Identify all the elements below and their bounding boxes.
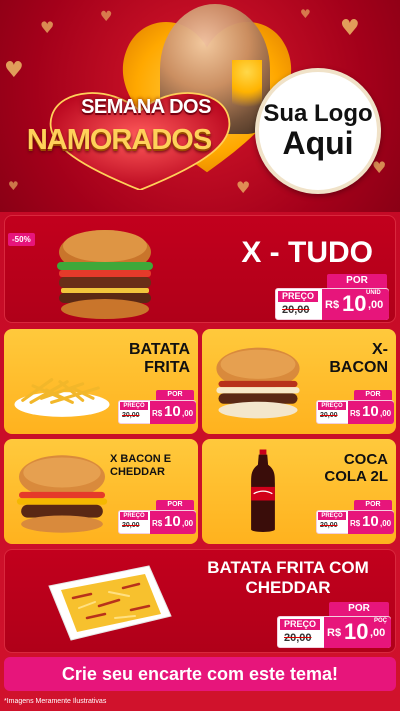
price-dec: ,00	[368, 299, 384, 311]
heart-icon: ♥	[4, 58, 24, 83]
price-int: 10	[164, 403, 181, 420]
currency: R$	[152, 409, 163, 418]
fries-cheddar-illustration	[48, 565, 172, 641]
preco-label: PREÇO	[318, 402, 346, 410]
currency: R$	[325, 299, 340, 311]
por-label: POR	[327, 274, 387, 288]
product-name: BATATA FRITA	[128, 341, 190, 377]
price-dec: ,00	[370, 627, 386, 639]
old-price: 20,00	[320, 412, 338, 419]
price-int: 10	[164, 513, 181, 530]
new-price: R$ 10 ,00	[348, 511, 394, 534]
price-dec: ,00	[380, 519, 392, 528]
price-int: 10	[344, 619, 369, 644]
soda-bottle-illustration	[251, 449, 275, 532]
preco-label: PREÇO	[120, 402, 148, 410]
price-body: PREÇO 20,00 R$ 10 ,00	[316, 510, 394, 534]
por-label: POR	[354, 500, 392, 510]
unit-label: POÇ	[374, 618, 388, 624]
currency: R$	[350, 409, 361, 418]
heart-icon: ♥	[8, 179, 19, 193]
price-tag: POR PREÇO 20,00 R$ 10 ,00	[316, 500, 394, 536]
preco-label: PREÇO	[280, 619, 320, 630]
currency: R$	[350, 519, 361, 528]
burger-illustration	[16, 455, 108, 533]
burger-illustration	[216, 347, 300, 419]
price-dec: ,00	[380, 409, 392, 418]
new-price: R$ 10 ,00	[150, 511, 196, 534]
flyer-page: ♥ ♥ ♥ ♥ ♥ ♥ ♥ ♥ SEMANA DOS NAMORADOS Sua…	[0, 0, 400, 711]
new-price: R$ 10 ,00 UNID	[322, 289, 389, 320]
old-price: 20,00	[320, 522, 338, 529]
por-label: POR	[329, 602, 389, 616]
logo-text-line2: Aqui	[282, 125, 354, 162]
price-tag: POR PREÇO 20,00 R$ 10 ,00 POÇ	[277, 602, 391, 648]
price-dec: ,00	[182, 519, 194, 528]
price-tag: POR PREÇO 20,00 R$ 10 ,00	[118, 390, 196, 426]
por-label: POR	[354, 390, 392, 400]
old-price: 20,00	[282, 304, 310, 316]
preco-label: PREÇO	[278, 291, 318, 302]
price-body: PREÇO 20,00 R$ 10 ,00	[118, 400, 196, 424]
price-dec: ,00	[182, 409, 194, 418]
product-name: X- BACON	[329, 341, 388, 377]
preco-label: PREÇO	[120, 512, 148, 520]
product-card-batata-frita[interactable]: BATATA FRITA POR PREÇO 20,00 R$ 10 ,00	[4, 329, 198, 434]
logo-placeholder[interactable]: Sua Logo Aqui	[255, 68, 381, 194]
product-card-batata-cheddar[interactable]: BATATA FRITA COM CHEDDAR POR PREÇO 20,00…	[4, 549, 396, 653]
old-price: 20,00	[284, 632, 312, 644]
fries-illustration	[14, 378, 110, 417]
title-line2: NAMORADOS	[26, 124, 212, 156]
price-body: PREÇO 20,00 R$ 10 ,00	[316, 400, 394, 424]
logo-text-line1: Sua Logo	[263, 100, 373, 127]
new-price: R$ 10 ,00 POÇ	[324, 617, 391, 648]
heart-icon: ♥	[100, 9, 113, 25]
price-tag: POR PREÇO 20,00 R$ 10 ,00	[316, 390, 394, 426]
product-name: COCA COLA 2L	[324, 451, 388, 486]
product-card-coca-cola[interactable]: COCA COLA 2L POR PREÇO 20,00 R$ 10 ,00	[202, 439, 396, 544]
currency: R$	[152, 519, 163, 528]
heart-icon: ♥	[40, 18, 55, 37]
product-card-x-bacon-cheddar[interactable]: X BACON E CHEDDAR POR PREÇO 20,00 R$ 10 …	[4, 439, 198, 544]
old-price: 20,00	[122, 412, 140, 419]
discount-badge: -50%	[8, 233, 35, 246]
product-name: BATATA FRITA COM CHEDDAR	[207, 558, 369, 597]
product-card-x-tudo[interactable]: X - TUDO POR PREÇO 20,00 R$ 10 ,00 UNID	[4, 215, 396, 323]
burger-illustration	[57, 230, 153, 319]
heart-icon: ♥	[340, 16, 360, 41]
product-card-x-bacon[interactable]: X- BACON POR PREÇO 20,00 R$ 10 ,00	[202, 329, 396, 434]
price-body: PREÇO 20,00 R$ 10 ,00 UNID	[275, 288, 389, 320]
unit-label: UNID	[366, 290, 381, 296]
por-label: POR	[156, 500, 194, 510]
footnote: *Imagens Meramente Ilustrativas	[4, 698, 107, 705]
price-int: 10	[362, 513, 379, 530]
price-tag: POR PREÇO 20,00 R$ 10 ,00	[118, 500, 196, 536]
por-label: POR	[156, 390, 194, 400]
price-tag: POR PREÇO 20,00 R$ 10 ,00 UNID	[275, 274, 389, 320]
title-line1: SEMANA DOS	[81, 96, 211, 118]
heart-icon: ♥	[372, 158, 387, 177]
product-name: X BACON E CHEDDAR	[110, 453, 172, 478]
price-int: 10	[342, 291, 367, 316]
cta-banner[interactable]: Crie seu encarte com este tema!	[4, 657, 396, 691]
old-price: 20,00	[122, 522, 140, 529]
header-banner: ♥ ♥ ♥ ♥ ♥ ♥ ♥ ♥ SEMANA DOS NAMORADOS Sua…	[0, 0, 400, 212]
price-body: PREÇO 20,00 R$ 10 ,00	[118, 510, 196, 534]
new-price: R$ 10 ,00	[150, 401, 196, 424]
new-price: R$ 10 ,00	[348, 401, 394, 424]
preco-label: PREÇO	[318, 512, 346, 520]
product-name: X - TUDO	[241, 236, 373, 269]
price-int: 10	[362, 403, 379, 420]
currency: R$	[327, 627, 342, 639]
price-body: PREÇO 20,00 R$ 10 ,00 POÇ	[277, 616, 391, 648]
